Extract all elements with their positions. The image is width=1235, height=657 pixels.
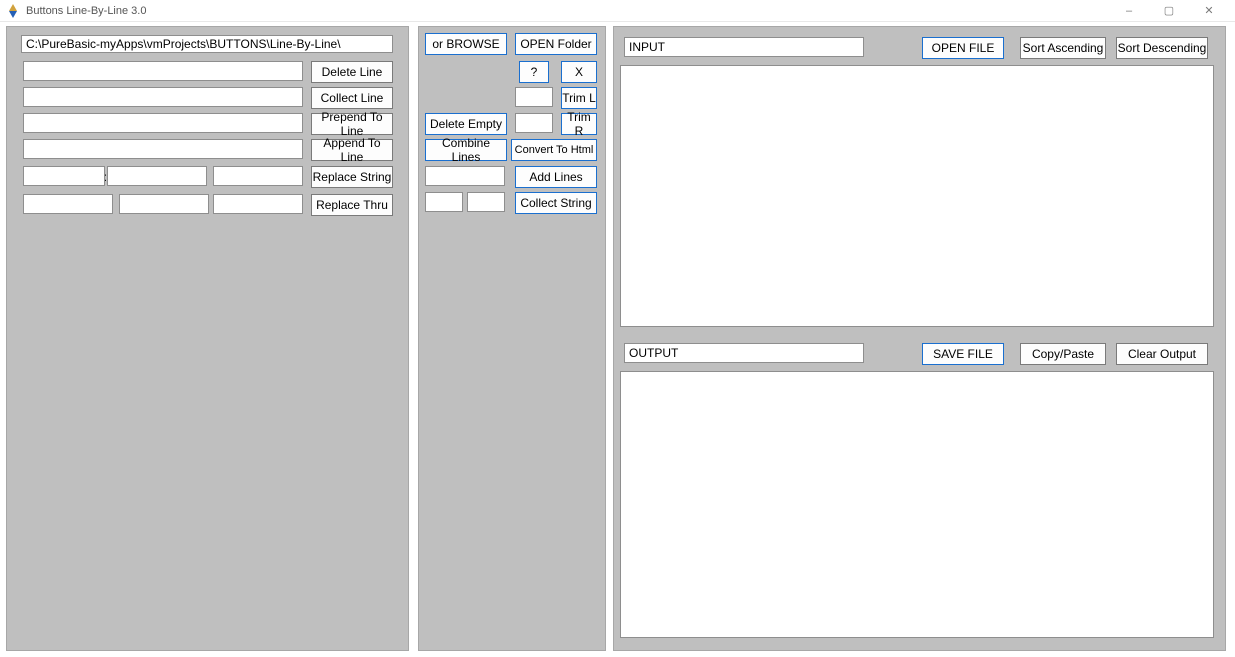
prepend-input[interactable] [23, 113, 303, 133]
app-icon [6, 4, 20, 18]
replace-string-from-input[interactable] [107, 166, 207, 186]
output-textarea[interactable] [620, 371, 1214, 638]
copy-paste-button[interactable]: Copy/Paste [1020, 343, 1106, 365]
maximize-button[interactable]: ▢ [1149, 0, 1189, 22]
window-controls: – ▢ ✕ [1109, 0, 1229, 22]
replace-string-button[interactable]: Replace String [311, 166, 393, 188]
question-button[interactable]: ? [519, 61, 549, 83]
input-label-field[interactable] [624, 37, 864, 57]
path-input[interactable] [21, 35, 393, 53]
right-panel: OPEN FILE Sort Ascending Sort Descending… [613, 26, 1226, 651]
replace-string-spacer [23, 166, 105, 186]
trim-r-input[interactable] [515, 113, 553, 133]
replace-thru-input-1[interactable] [23, 194, 113, 214]
save-file-button[interactable]: SAVE FILE [922, 343, 1004, 365]
append-input[interactable] [23, 139, 303, 159]
delete-empty-button[interactable]: Delete Empty [425, 113, 507, 135]
output-label-field[interactable] [624, 343, 864, 363]
trim-l-button[interactable]: Trim L [561, 87, 597, 109]
collect-string-input-2[interactable] [467, 192, 505, 212]
input-textarea[interactable] [620, 65, 1214, 327]
open-file-button[interactable]: OPEN FILE [922, 37, 1004, 59]
replace-string-to-input[interactable] [213, 166, 303, 186]
open-folder-button[interactable]: OPEN Folder [515, 33, 597, 55]
delete-line-button[interactable]: Delete Line [311, 61, 393, 83]
replace-thru-input-3[interactable] [213, 194, 303, 214]
window-title: Buttons Line-By-Line 3.0 [26, 5, 146, 17]
replace-thru-input-2[interactable] [119, 194, 209, 214]
minimize-button[interactable]: – [1109, 0, 1149, 22]
if-line-contains-input-2[interactable] [23, 87, 303, 107]
x-button[interactable]: X [561, 61, 597, 83]
add-lines-button[interactable]: Add Lines [515, 166, 597, 188]
collect-string-button[interactable]: Collect String [515, 192, 597, 214]
sort-descending-button[interactable]: Sort Descending [1116, 37, 1208, 59]
collect-string-input-1[interactable] [425, 192, 463, 212]
close-button[interactable]: ✕ [1189, 0, 1229, 22]
left-panel: IF Line Contains This: Delete Line IF Li… [6, 26, 409, 651]
combine-lines-button[interactable]: Combine Lines [425, 139, 507, 161]
add-lines-input[interactable] [425, 166, 505, 186]
collect-line-button[interactable]: Collect Line [311, 87, 393, 109]
prepend-to-line-button[interactable]: Prepend To Line [311, 113, 393, 135]
clear-output-button[interactable]: Clear Output [1116, 343, 1208, 365]
sort-ascending-button[interactable]: Sort Ascending [1020, 37, 1106, 59]
app-canvas: IF Line Contains This: Delete Line IF Li… [0, 22, 1235, 657]
convert-to-html-button[interactable]: Convert To Html [511, 139, 597, 161]
replace-thru-button[interactable]: Replace Thru [311, 194, 393, 216]
middle-panel: or BROWSE OPEN Folder ? X Trim L Delete … [418, 26, 606, 651]
title-bar: Buttons Line-By-Line 3.0 – ▢ ✕ [0, 0, 1235, 22]
browse-button[interactable]: or BROWSE [425, 33, 507, 55]
if-line-contains-input-1[interactable] [23, 61, 303, 81]
trim-l-input[interactable] [515, 87, 553, 107]
trim-r-button[interactable]: Trim R [561, 113, 597, 135]
append-to-line-button[interactable]: Append To Line [311, 139, 393, 161]
